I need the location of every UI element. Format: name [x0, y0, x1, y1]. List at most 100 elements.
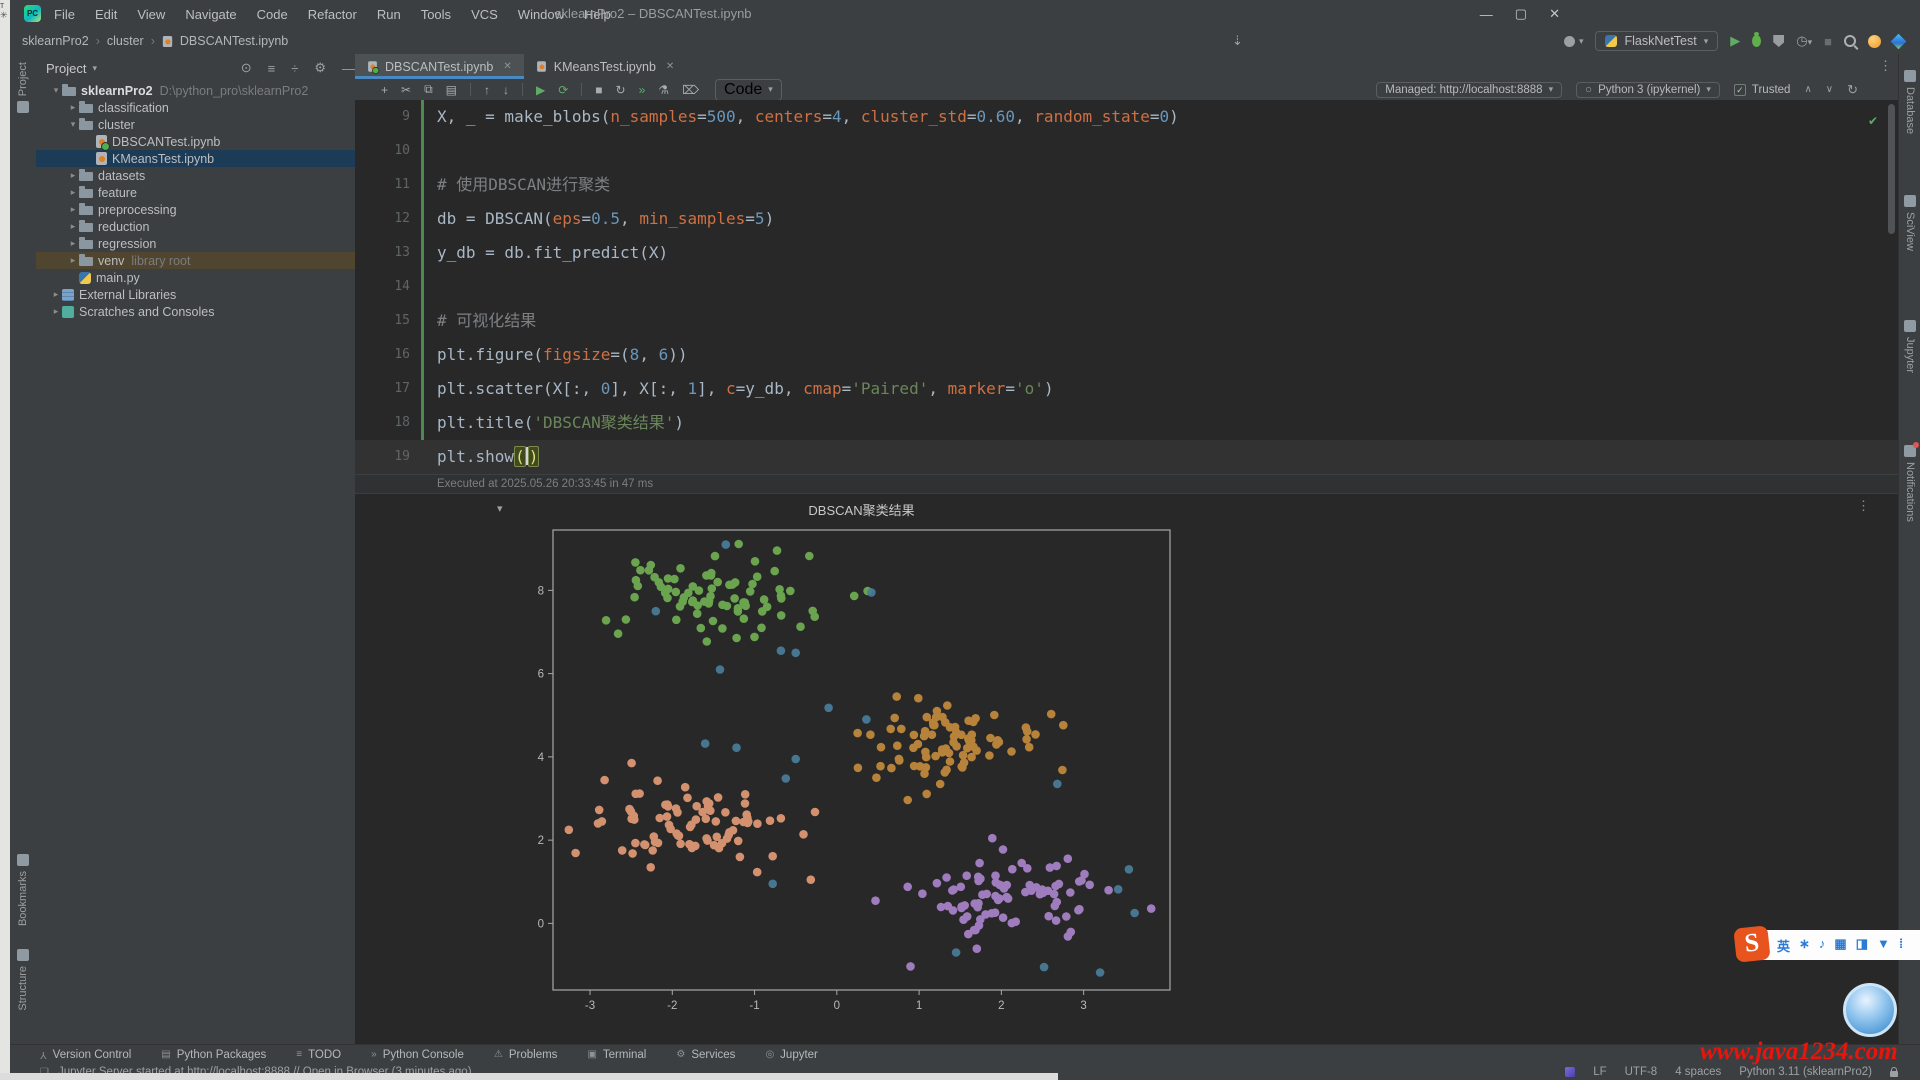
code-line-17[interactable]: 17plt.scatter(X[:, 0], X[:, 1], c=y_db, …	[355, 372, 1898, 406]
tree-chevron-icon[interactable]: ▸	[67, 187, 79, 198]
run-cell-icon[interactable]: ▶	[536, 83, 545, 97]
settings-gem-icon[interactable]	[1891, 33, 1907, 49]
menu-vcs[interactable]: VCS	[471, 7, 498, 22]
tool-stripe-database[interactable]: Database	[1899, 70, 1920, 134]
tree-row-feature[interactable]: ▸feature	[36, 184, 365, 201]
tree-row-venv[interactable]: ▸venvlibrary root	[36, 252, 365, 269]
tree-row-sklearnpro2[interactable]: ▾sklearnPro2D:\python_pro\sklearnPro2	[36, 82, 365, 99]
add-cell-icon[interactable]: +	[381, 83, 388, 97]
minimize-button[interactable]: —	[1480, 7, 1493, 22]
status-item-python-3-11-sklearnpro2-[interactable]: Python 3.11 (sklearnPro2)	[1739, 1066, 1872, 1078]
status-item-4-spaces[interactable]: 4 spaces	[1675, 1066, 1721, 1078]
tree-chevron-icon[interactable]: ▸	[50, 306, 62, 317]
tool-window-button-python-console[interactable]: »Python Console	[371, 1049, 464, 1061]
paste-cell-icon[interactable]: ▤	[446, 83, 457, 97]
lock-icon[interactable]	[1890, 1071, 1898, 1077]
code-line-12[interactable]: 12db = DBSCAN(eps=0.5, min_samples=5)	[355, 202, 1898, 236]
assistant-ball[interactable]	[1843, 983, 1897, 1037]
copy-cell-icon[interactable]: ⧉	[424, 82, 433, 97]
tool-stripe-project[interactable]: Project	[10, 62, 36, 113]
code-line-15[interactable]: 15# 可视化结果	[355, 304, 1898, 338]
code-line-18[interactable]: 18plt.title('DBSCAN聚类结果')	[355, 406, 1898, 440]
ime-icon[interactable]: ▦	[1834, 936, 1846, 955]
tree-chevron-icon[interactable]: ▸	[67, 255, 79, 266]
code-line-16[interactable]: 16plt.figure(figsize=(8, 6))	[355, 338, 1898, 372]
tree-chevron-icon[interactable]: ▾	[67, 119, 79, 130]
code-editor[interactable]: 9X, _ = make_blobs(n_samples=500, center…	[355, 100, 1898, 494]
menu-run[interactable]: Run	[377, 7, 401, 22]
ime-toolbar[interactable]: S 英∗♪▦◨▼⁞	[1737, 930, 1920, 960]
close-button[interactable]: ✕	[1549, 6, 1560, 22]
inspections-ok-icon[interactable]: ✔	[1868, 114, 1878, 128]
update-project-icon[interactable]: ⇣	[1232, 33, 1243, 49]
ime-icon[interactable]: ▼	[1877, 936, 1890, 955]
ime-icon[interactable]: ◨	[1856, 936, 1868, 955]
cell-type-select[interactable]: Code▾	[715, 79, 782, 101]
run-and-select-next-icon[interactable]: ⟳	[558, 83, 568, 97]
tree-row-preprocessing[interactable]: ▸preprocessing	[36, 201, 365, 218]
refresh-icon[interactable]: ↻	[1847, 82, 1858, 98]
tree-row-datasets[interactable]: ▸datasets	[36, 167, 365, 184]
collapse-all-icon[interactable]: ≡	[268, 61, 276, 76]
tree-chevron-icon[interactable]: ▸	[67, 102, 79, 113]
delete-cell-icon[interactable]: ⌦	[682, 83, 699, 97]
tool-window-button-problems[interactable]: ⚠Problems	[494, 1049, 558, 1061]
tool-window-button-python-packages[interactable]: ▤Python Packages	[161, 1049, 266, 1061]
tree-row-reduction[interactable]: ▸reduction	[36, 218, 365, 235]
tool-window-button-services[interactable]: ⚙Services	[676, 1049, 735, 1061]
collapse-output-icon[interactable]: ▾	[497, 502, 503, 515]
code-line-10[interactable]: 10	[355, 134, 1898, 168]
tab-dbscantest-ipynb[interactable]: DBSCANTest.ipynb✕	[355, 54, 524, 79]
code-line-19[interactable]: 19plt.show()	[355, 440, 1898, 474]
next-cell-icon[interactable]: ∨	[1826, 84, 1833, 95]
tab-kmeanstest-ipynb[interactable]: KMeansTest.ipynb✕	[524, 54, 687, 79]
project-panel-title[interactable]: Project	[46, 61, 86, 76]
coverage-button[interactable]	[1773, 35, 1784, 47]
tree-row-kmeanstest-ipynb[interactable]: KMeansTest.ipynb	[36, 150, 365, 167]
debug-button[interactable]	[1752, 35, 1761, 47]
hide-panel-icon[interactable]: —	[342, 61, 355, 76]
profiler-button[interactable]: ◷▾	[1796, 33, 1812, 49]
tool-window-button-jupyter[interactable]: ◎Jupyter	[765, 1049, 817, 1061]
tool-stripe-notifications[interactable]: Notifications	[1899, 445, 1920, 522]
tool-window-button-terminal[interactable]: ▣Terminal	[587, 1049, 646, 1061]
run-button[interactable]: ▶	[1730, 33, 1740, 49]
promotion-icon[interactable]	[1868, 35, 1881, 48]
breadcrumb-item[interactable]: DBSCANTest.ipynb	[180, 34, 288, 48]
debug-cell-icon[interactable]: ⚗	[658, 83, 669, 97]
move-cell-down-icon[interactable]: ↓	[503, 83, 509, 97]
output-options-icon[interactable]: ⋮	[1857, 498, 1870, 514]
tree-row-external-libraries[interactable]: ▸External Libraries	[36, 286, 365, 303]
sogou-logo-icon[interactable]: S	[1733, 925, 1770, 962]
status-item-lf[interactable]: LF	[1593, 1066, 1606, 1078]
menu-refactor[interactable]: Refactor	[308, 7, 357, 22]
ime-icon[interactable]: ♪	[1819, 936, 1826, 955]
breadcrumb-item[interactable]: cluster	[107, 34, 144, 48]
menu-file[interactable]: File	[54, 7, 75, 22]
ime-icon[interactable]: ⁞	[1899, 936, 1903, 955]
editor-scrollbar[interactable]	[1888, 104, 1895, 234]
menu-navigate[interactable]: Navigate	[185, 7, 236, 22]
user-profile-icon[interactable]: ▾	[1564, 36, 1584, 47]
tree-row-dbscantest-ipynb[interactable]: DBSCANTest.ipynb	[36, 133, 365, 150]
tool-stripe-jupyter[interactable]: Jupyter	[1899, 320, 1920, 373]
tree-row-cluster[interactable]: ▾cluster	[36, 116, 365, 133]
trusted-checkbox[interactable]: ✓Trusted	[1734, 84, 1791, 96]
tab-options-icon[interactable]: ⋮	[1879, 58, 1892, 74]
tool-stripe-bookmarks[interactable]: Bookmarks	[10, 854, 36, 926]
ime-icon[interactable]: 英	[1777, 936, 1790, 955]
kernel-select[interactable]: ○ Python 3 (ipykernel)▾	[1576, 82, 1720, 98]
tree-row-classification[interactable]: ▸classification	[36, 99, 365, 116]
jupyter-server-select[interactable]: Managed: http://localhost:8888▾	[1376, 82, 1562, 98]
run-configuration-select[interactable]: FlaskNetTest ▾	[1595, 31, 1718, 51]
tree-chevron-icon[interactable]: ▾	[50, 85, 62, 96]
tree-row-main-py[interactable]: main.py	[36, 269, 365, 286]
expand-collapse-icon[interactable]: ÷	[291, 61, 298, 76]
tree-row-scratches-and-consoles[interactable]: ▸Scratches and Consoles	[36, 303, 365, 320]
ime-icon[interactable]: ∗	[1799, 936, 1810, 955]
tool-stripe-sciview[interactable]: SciView	[1899, 195, 1920, 251]
tree-chevron-icon[interactable]: ▸	[67, 170, 79, 181]
plugin-status-icon[interactable]	[1565, 1067, 1575, 1077]
menu-code[interactable]: Code	[257, 7, 288, 22]
search-everywhere-icon[interactable]	[1844, 35, 1856, 47]
